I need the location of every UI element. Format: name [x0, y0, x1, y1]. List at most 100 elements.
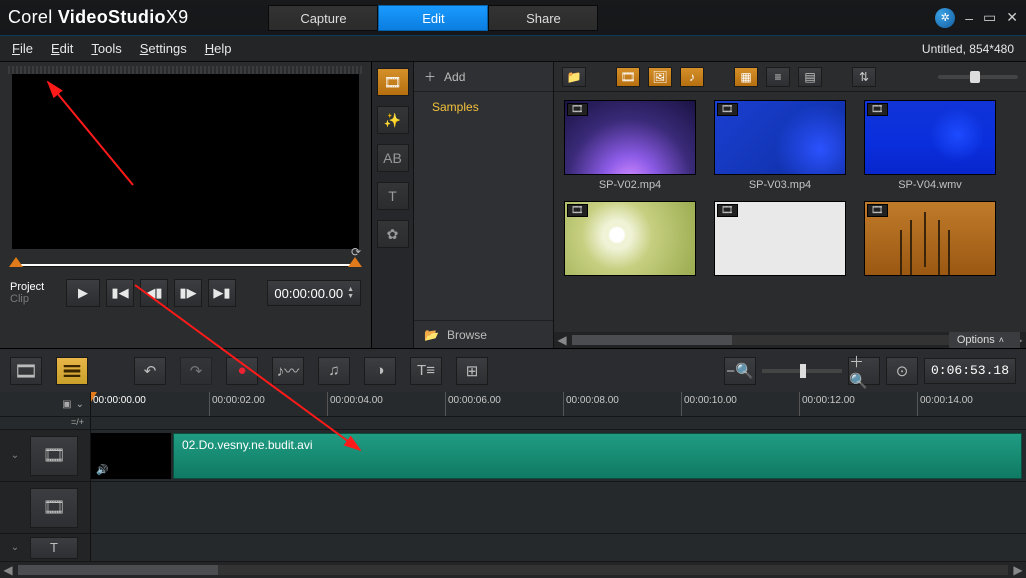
- video-badge-icon: 🎞: [567, 103, 588, 116]
- filter-photo-icon[interactable]: 🖼: [648, 67, 672, 87]
- close-button[interactable]: ✕: [1006, 9, 1018, 26]
- title-track-icon[interactable]: T: [30, 537, 78, 559]
- video-track-icon[interactable]: 🎞: [30, 436, 78, 476]
- menu-bar: File Edit Tools Settings Help Untitled, …: [0, 36, 1026, 62]
- audio-mixer-button[interactable]: ♪〰: [272, 357, 304, 385]
- timeline-view-button[interactable]: [56, 357, 88, 385]
- timeline-ruler[interactable]: ▣ ⌄ 00:00:00.00 00:00:02.0000:00:04.0000…: [0, 392, 1026, 416]
- zoom-out-button[interactable]: −🔍: [724, 357, 756, 385]
- project-duration[interactable]: 0:06:53.18: [924, 358, 1016, 384]
- scroll-left-icon[interactable]: ◀: [0, 563, 16, 577]
- instant-project-tab[interactable]: ✨: [377, 106, 409, 134]
- chevron-down-icon[interactable]: ⌄: [76, 399, 84, 410]
- menu-settings[interactable]: Settings: [140, 41, 187, 56]
- zoom-slider[interactable]: [762, 369, 842, 373]
- view-grid-icon[interactable]: ▤: [798, 67, 822, 87]
- audio-icon: 🔊: [96, 465, 170, 476]
- view-thumb-icon[interactable]: ▦: [734, 67, 758, 87]
- fit-project-button[interactable]: ⊙: [886, 357, 918, 385]
- transition-tab[interactable]: AB: [377, 144, 409, 172]
- library-hscroll[interactable]: ◀ ▶ Options˄: [554, 332, 1026, 348]
- library-item[interactable]: 🎞: [864, 100, 996, 175]
- filter-video-icon[interactable]: 🎞: [616, 67, 640, 87]
- redo-button[interactable]: ↷: [180, 357, 212, 385]
- thumb-size-slider[interactable]: [938, 75, 1018, 79]
- scroll-left-icon[interactable]: ◀: [554, 333, 570, 347]
- clip-thumbnail[interactable]: 🔊: [91, 433, 171, 479]
- chevron-down-icon[interactable]: ⌄: [11, 542, 19, 553]
- video-badge-icon: 🎞: [717, 103, 738, 116]
- app-logo: Corel VideoStudioX9: [8, 7, 188, 28]
- library-item[interactable]: 🎞: [714, 201, 846, 276]
- prev-frame-button[interactable]: ◀▮: [140, 279, 168, 307]
- go-end-button[interactable]: ▶▮: [208, 279, 236, 307]
- toggle-tracks-icon[interactable]: ▣: [62, 399, 71, 410]
- library-category-tabs: 🎞 ✨ AB T ✿: [372, 62, 414, 348]
- menu-edit[interactable]: Edit: [51, 41, 73, 56]
- add-folder-button[interactable]: ＋ Add: [414, 62, 553, 92]
- storyboard-view-button[interactable]: [10, 357, 42, 385]
- overlay-track-icon[interactable]: 🎞: [30, 488, 78, 528]
- overlay-track: 🎞: [0, 482, 1026, 534]
- folder-open-icon: 📂: [424, 328, 439, 342]
- project-status: Untitled, 854*480: [922, 42, 1014, 56]
- main-tabs: Capture Edit Share: [268, 5, 598, 31]
- go-start-button[interactable]: ▮◀: [106, 279, 134, 307]
- browse-button[interactable]: 📂 Browse: [414, 320, 553, 348]
- import-icon[interactable]: 📁: [562, 67, 586, 87]
- options-panel-toggle[interactable]: Options˄: [949, 332, 1020, 348]
- undo-button[interactable]: ↶: [134, 357, 166, 385]
- auto-music-button[interactable]: ♫: [318, 357, 350, 385]
- tab-capture[interactable]: Capture: [268, 5, 378, 31]
- globe-icon[interactable]: ✲: [935, 8, 955, 28]
- library-caption: SP-V02.mp4: [564, 179, 696, 191]
- library-content: 📁 🎞 🖼 ♪ ▦ ≡ ▤ ⇅ 🎞 SP-V02.mp4: [554, 62, 1026, 348]
- graphic-tab[interactable]: ✿: [377, 220, 409, 248]
- track-size-toggle[interactable]: =/+: [0, 417, 90, 429]
- timeline-tracks: ⌄ 🎞 🔊 02.Do.vesny.ne.budit.avi 🎞 ⌄ T: [0, 430, 1026, 562]
- timeline-clip[interactable]: 02.Do.vesny.ne.budit.avi: [173, 433, 1022, 479]
- timecode-field[interactable]: 00:00:00.00 ▲▼: [267, 280, 361, 306]
- menu-file[interactable]: File: [12, 41, 33, 56]
- tab-share[interactable]: Share: [488, 5, 598, 31]
- multicam-button[interactable]: ⊞: [456, 357, 488, 385]
- maximize-button[interactable]: ▭: [983, 9, 996, 26]
- library-item[interactable]: 🎞: [714, 100, 846, 175]
- media-tab[interactable]: 🎞: [377, 68, 409, 96]
- track-motion-button[interactable]: ◑: [364, 357, 396, 385]
- mark-in-icon[interactable]: [9, 257, 23, 267]
- minimize-button[interactable]: –: [965, 10, 973, 26]
- title-tab[interactable]: T: [377, 182, 409, 210]
- subtitle-button[interactable]: T≡: [410, 357, 442, 385]
- chevron-down-icon[interactable]: ⌄: [11, 450, 19, 461]
- scroll-right-icon[interactable]: ▶: [1010, 563, 1026, 577]
- sort-icon[interactable]: ⇅: [852, 67, 876, 87]
- chevron-up-icon: ˄: [999, 335, 1004, 345]
- library-item[interactable]: 🎞: [864, 201, 996, 276]
- menu-help[interactable]: Help: [205, 41, 232, 56]
- library-item[interactable]: 🎞: [564, 100, 696, 175]
- video-track: ⌄ 🎞 🔊 02.Do.vesny.ne.budit.avi: [0, 430, 1026, 482]
- preview-panel: ⟳ Project Clip ▶ ▮◀ ◀▮ ▮▶ ▶▮ 00:00:00.00…: [0, 62, 372, 348]
- preview-mode-label[interactable]: Project Clip: [10, 281, 60, 305]
- preview-video[interactable]: [12, 74, 359, 249]
- panel-grip[interactable]: [8, 66, 363, 74]
- play-button[interactable]: ▶: [66, 279, 100, 307]
- filter-audio-icon[interactable]: ♪: [680, 67, 704, 87]
- video-badge-icon: 🎞: [717, 204, 738, 217]
- video-badge-icon: 🎞: [567, 204, 588, 217]
- preview-scrubber[interactable]: ⟳: [12, 255, 359, 275]
- tab-edit[interactable]: Edit: [378, 5, 488, 31]
- next-frame-button[interactable]: ▮▶: [174, 279, 202, 307]
- view-list-icon[interactable]: ≡: [766, 67, 790, 87]
- folder-samples[interactable]: Samples: [414, 96, 553, 118]
- record-button[interactable]: ●: [226, 357, 258, 385]
- repeat-icon[interactable]: ⟳: [351, 245, 361, 259]
- library-item[interactable]: 🎞: [564, 201, 696, 276]
- library-toolbar: 📁 🎞 🖼 ♪ ▦ ≡ ▤ ⇅: [554, 62, 1026, 92]
- spinner-icon[interactable]: ▲▼: [347, 286, 354, 300]
- menu-tools[interactable]: Tools: [91, 41, 121, 56]
- zoom-in-button[interactable]: ＋🔍: [848, 357, 880, 385]
- video-badge-icon: 🎞: [867, 103, 888, 116]
- timeline-toolbar: ↶ ↷ ● ♪〰 ♫ ◑ T≡ ⊞ −🔍 ＋🔍 ⊙ 0:06:53.18: [0, 348, 1026, 392]
